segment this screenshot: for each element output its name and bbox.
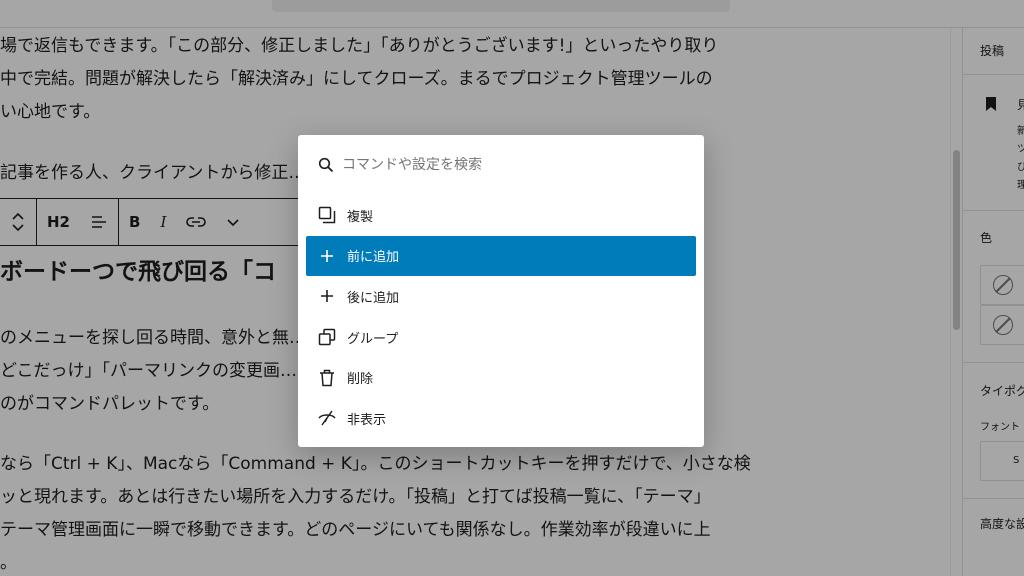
command-palette: 複製 前に追加 後に追加 グループ 削除 bbox=[298, 135, 704, 447]
group-icon bbox=[317, 327, 337, 347]
duplicate-icon bbox=[317, 205, 337, 225]
trash-icon bbox=[317, 368, 337, 388]
search-icon bbox=[318, 157, 334, 173]
hide-icon bbox=[317, 408, 337, 428]
command-label: 非表示 bbox=[347, 412, 387, 428]
command-search bbox=[298, 135, 704, 195]
command-insert-after[interactable]: 後に追加 bbox=[306, 276, 696, 317]
command-group[interactable]: グループ bbox=[306, 317, 696, 358]
command-label: 後に追加 bbox=[347, 290, 400, 306]
command-label: 複製 bbox=[347, 209, 374, 225]
command-label: 削除 bbox=[347, 372, 374, 388]
command-duplicate[interactable]: 複製 bbox=[306, 195, 696, 236]
command-label: グループ bbox=[347, 331, 399, 347]
plus-icon bbox=[317, 246, 337, 266]
command-label: 前に追加 bbox=[347, 250, 400, 266]
command-list: 複製 前に追加 後に追加 グループ 削除 非表示 bbox=[306, 195, 696, 439]
command-search-input[interactable] bbox=[342, 157, 682, 173]
command-insert-before[interactable]: 前に追加 bbox=[306, 235, 696, 277]
command-delete[interactable]: 削除 bbox=[306, 357, 696, 398]
command-hide[interactable]: 非表示 bbox=[306, 398, 696, 439]
plus-icon bbox=[317, 286, 337, 306]
